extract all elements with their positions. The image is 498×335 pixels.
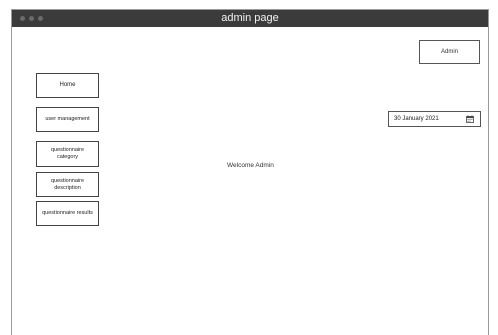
nav-questionnaire-category-button[interactable]: questionnaire category (36, 141, 99, 167)
date-picker[interactable]: 30 January 2021 (388, 111, 481, 127)
nav-home-button[interactable]: Home (36, 73, 99, 98)
nav-questionnaire-description-button[interactable]: questionnaire description (36, 172, 99, 197)
app-window: admin page Admin Home user management qu… (11, 9, 489, 335)
window-title: admin page (221, 12, 279, 24)
calendar-icon[interactable] (466, 115, 474, 123)
nav-questionnaire-results-button[interactable]: questionnaire results (36, 201, 99, 226)
nav-user-management-button[interactable]: user management (36, 107, 99, 132)
admin-button[interactable]: Admin (419, 40, 480, 64)
date-value: 30 January 2021 (394, 116, 439, 122)
welcome-message: Welcome Admin (227, 162, 274, 169)
title-bar: admin page (12, 10, 488, 27)
